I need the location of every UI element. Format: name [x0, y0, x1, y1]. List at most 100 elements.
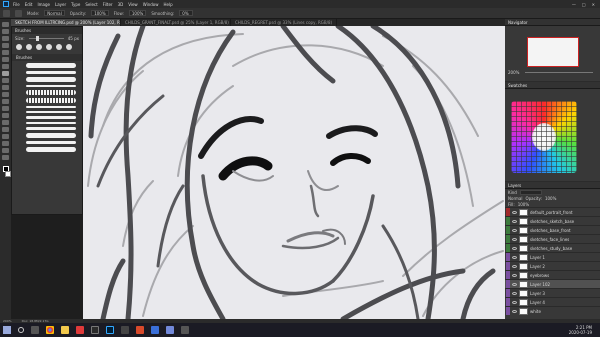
- photoshop-taskbar-icon[interactable]: [106, 326, 114, 334]
- brush-tool-icon[interactable]: [2, 71, 9, 76]
- brush-stroke-preview[interactable]: [26, 147, 76, 152]
- eye-icon[interactable]: [512, 282, 517, 286]
- history-brush-tool-icon[interactable]: [2, 85, 9, 90]
- file-explorer-icon[interactable]: [61, 326, 69, 334]
- brush-stroke-preview[interactable]: [26, 116, 76, 119]
- brush-tip-preset[interactable]: [66, 44, 72, 50]
- document-canvas[interactable]: [83, 26, 505, 319]
- hand-tool-icon[interactable]: [2, 148, 9, 153]
- navigator-zoom-slider[interactable]: [525, 72, 593, 73]
- shape-tool-icon[interactable]: [2, 141, 9, 146]
- brush-size-knob[interactable]: [35, 35, 39, 41]
- eye-icon[interactable]: [512, 255, 517, 259]
- brush-folder[interactable]: Brushes: [12, 54, 82, 61]
- navigator-preview[interactable]: [527, 37, 579, 67]
- layer-row[interactable]: eyebrows: [505, 270, 600, 279]
- layer-row[interactable]: Layer 3: [505, 288, 600, 297]
- brush-tip-preset[interactable]: [26, 44, 32, 50]
- brush-tip-preset[interactable]: [36, 44, 42, 50]
- menu-view[interactable]: View: [128, 2, 138, 7]
- app-icon[interactable]: [181, 326, 189, 334]
- eyedropper-tool-icon[interactable]: [2, 57, 9, 62]
- brush-stroke-preview[interactable]: [26, 141, 76, 144]
- eye-icon[interactable]: [512, 300, 517, 304]
- marquee-tool-icon[interactable]: [2, 29, 9, 34]
- maximize-button[interactable]: □: [582, 2, 586, 7]
- layer-row[interactable]: Layer 1: [505, 252, 600, 261]
- clone-stamp-tool-icon[interactable]: [2, 78, 9, 83]
- navigator-panel-title[interactable]: Navigator: [505, 19, 600, 26]
- menu-layer[interactable]: Layer: [55, 2, 66, 7]
- menu-edit[interactable]: Edit: [25, 2, 33, 7]
- app-icon[interactable]: [91, 326, 99, 334]
- brush-stroke-preview[interactable]: [26, 127, 76, 130]
- app-icon[interactable]: [151, 326, 159, 334]
- layer-row[interactable]: Layer 2: [505, 261, 600, 270]
- layer-row[interactable]: white: [505, 306, 600, 315]
- windows-start-icon[interactable]: [3, 326, 11, 334]
- layer-row[interactable]: Layer 102: [505, 279, 600, 288]
- brush-stroke-preview[interactable]: [26, 71, 76, 74]
- menu-window[interactable]: Window: [143, 2, 159, 7]
- smoothing-input[interactable]: 0%: [179, 10, 194, 16]
- layer-fill-value[interactable]: 100%: [518, 202, 529, 207]
- brush-tip-preset[interactable]: [56, 44, 62, 50]
- eye-icon[interactable]: [512, 291, 517, 295]
- system-tray-clock[interactable]: 2:21 PM 2020-07-19: [569, 325, 600, 335]
- menu-image[interactable]: Image: [37, 2, 50, 7]
- color-swatch-grid[interactable]: [511, 101, 577, 173]
- brushes-panel-title[interactable]: Brushes: [12, 27, 82, 34]
- brush-settings-icon[interactable]: [15, 9, 22, 17]
- path-select-tool-icon[interactable]: [2, 134, 9, 139]
- tab-document-1[interactable]: SKETCH FROM ILLTRCING.psd @ 200% (Layer …: [11, 19, 121, 26]
- brush-stroke-preview[interactable]: [26, 133, 76, 138]
- brush-stroke-preview[interactable]: [26, 90, 76, 95]
- gradient-tool-icon[interactable]: [2, 99, 9, 104]
- brush-stroke-preview[interactable]: [26, 98, 76, 103]
- eye-icon[interactable]: [512, 309, 517, 313]
- eye-icon[interactable]: [512, 246, 517, 250]
- layer-filter-input[interactable]: [519, 189, 542, 195]
- app-icon[interactable]: [121, 326, 129, 334]
- eraser-tool-icon[interactable]: [2, 92, 9, 97]
- eye-icon[interactable]: [512, 273, 517, 277]
- navigator-zoom-value[interactable]: 200%: [508, 70, 519, 75]
- layer-row[interactable]: sketches_sketch_base: [505, 216, 600, 225]
- minimize-button[interactable]: —: [572, 2, 576, 7]
- brush-stroke-preview[interactable]: [26, 63, 76, 68]
- quick-select-tool-icon[interactable]: [2, 43, 9, 48]
- discord-icon[interactable]: [166, 326, 174, 334]
- chrome-icon[interactable]: [46, 326, 54, 334]
- menu-filter[interactable]: Filter: [103, 2, 113, 7]
- background-color-swatch[interactable]: [4, 171, 11, 177]
- layer-row[interactable]: sketches_study_base: [505, 243, 600, 252]
- opacity-input[interactable]: 100%: [91, 10, 109, 16]
- swatches-panel-title[interactable]: Swatches: [505, 82, 600, 89]
- crop-tool-icon[interactable]: [2, 50, 9, 55]
- pen-tool-icon[interactable]: [2, 120, 9, 125]
- layer-row[interactable]: Layer 4: [505, 297, 600, 306]
- layer-row[interactable]: sketches_base_front: [505, 225, 600, 234]
- flow-input[interactable]: 100%: [128, 10, 147, 16]
- eye-icon[interactable]: [512, 228, 517, 232]
- dodge-tool-icon[interactable]: [2, 113, 9, 118]
- layer-kind-filter[interactable]: Kind: [508, 190, 517, 195]
- search-icon[interactable]: [18, 327, 24, 333]
- menu-3d[interactable]: 3D: [118, 2, 124, 7]
- move-tool-icon[interactable]: [2, 22, 9, 27]
- brush-stroke-preview[interactable]: [26, 77, 76, 82]
- eye-icon[interactable]: [512, 264, 517, 268]
- blur-tool-icon[interactable]: [2, 106, 9, 111]
- app-icon[interactable]: [136, 326, 144, 334]
- menu-file[interactable]: File: [13, 2, 20, 7]
- close-button[interactable]: ✕: [592, 2, 595, 7]
- brush-tool-preset-icon[interactable]: [3, 9, 10, 17]
- brush-stroke-preview[interactable]: [26, 106, 76, 108]
- menu-help[interactable]: Help: [163, 2, 172, 7]
- brush-stroke-preview[interactable]: [26, 111, 76, 113]
- menu-select[interactable]: Select: [85, 2, 97, 7]
- brush-size-slider[interactable]: [28, 35, 64, 41]
- lasso-tool-icon[interactable]: [2, 36, 9, 41]
- layers-panel-title[interactable]: Layers: [505, 182, 600, 189]
- healing-tool-icon[interactable]: [2, 64, 9, 69]
